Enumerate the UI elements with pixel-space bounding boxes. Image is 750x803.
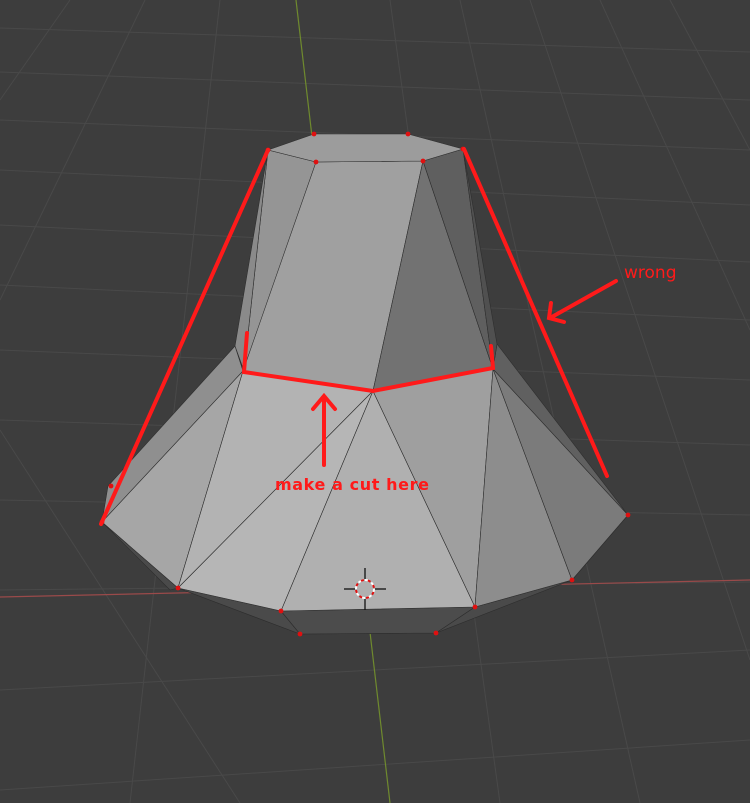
3d-viewport[interactable]: wrong make a cut here <box>0 0 750 803</box>
cut-label: make a cut here <box>275 475 430 494</box>
viewport-canvas[interactable]: wrong make a cut here <box>0 0 750 803</box>
wrong-label: wrong <box>624 263 677 283</box>
